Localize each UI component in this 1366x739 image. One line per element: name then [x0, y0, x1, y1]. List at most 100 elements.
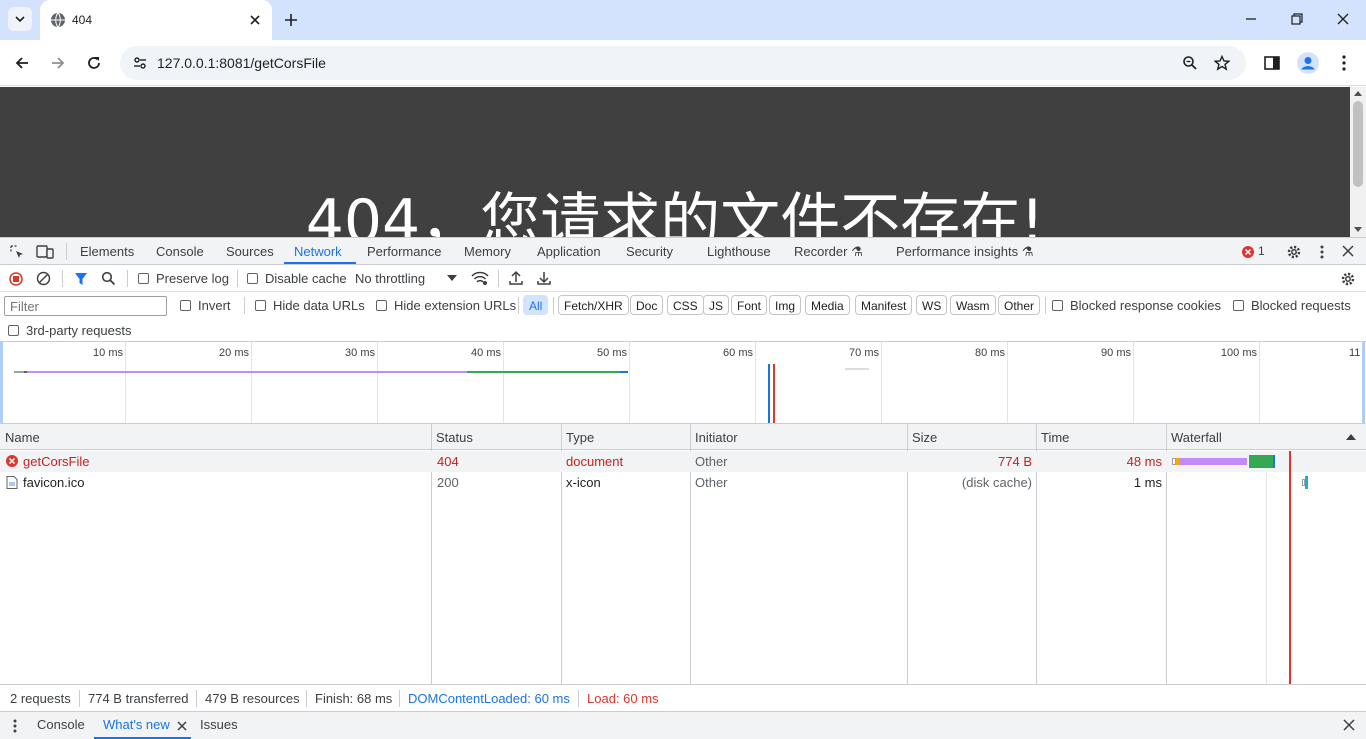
column-header-waterfall[interactable]: Waterfall	[1166, 424, 1366, 450]
hide-data-urls-checkbox[interactable]	[255, 300, 266, 311]
tab-lighthouse[interactable]: Lighthouse	[707, 244, 771, 259]
inspect-element-icon[interactable]	[9, 244, 25, 260]
overview-right-handle[interactable]	[1362, 342, 1365, 423]
window-close-icon[interactable]	[1336, 12, 1350, 26]
error-count[interactable]: 1	[1258, 244, 1265, 258]
tab-performance-insights-label: Performance insights	[896, 244, 1019, 259]
type-chip-wasm[interactable]: Wasm	[950, 295, 996, 315]
avatar[interactable]	[1297, 52, 1319, 74]
tick-label: 90 ms	[1101, 347, 1131, 359]
drawer-close-icon[interactable]	[1343, 719, 1355, 731]
forward-icon[interactable]	[49, 54, 67, 72]
tab-network[interactable]: Network	[294, 244, 342, 259]
throttling-select[interactable]: No throttling	[355, 271, 425, 286]
record-stop-icon[interactable]	[9, 272, 23, 286]
overview-left-handle[interactable]	[0, 342, 3, 423]
column-header-initiator[interactable]: Initiator	[690, 424, 907, 450]
drawer-tab-console[interactable]: Console	[37, 717, 85, 732]
disable-cache-checkbox[interactable]	[247, 273, 258, 284]
tab-performance-insights[interactable]: Performance insights ⚗	[896, 244, 1033, 260]
type-chip-media[interactable]: Media	[805, 295, 850, 315]
new-tab-icon[interactable]	[282, 11, 300, 29]
column-header-status[interactable]: Status	[431, 424, 561, 450]
zoom-icon[interactable]	[1182, 55, 1198, 71]
profile-icon	[1301, 57, 1315, 70]
table-row[interactable]: getCorsFile 404 document Other 774 B 48 …	[0, 451, 1366, 472]
summary-transferred: 774 B transferred	[88, 691, 189, 706]
filter-input[interactable]	[4, 296, 167, 316]
scroll-up-icon[interactable]	[1354, 90, 1362, 96]
column-header-type[interactable]: Type	[561, 424, 690, 450]
drawer-tab-issues[interactable]: Issues	[200, 717, 238, 732]
browser-tab[interactable]: 404	[40, 0, 272, 40]
tab-console[interactable]: Console	[156, 244, 204, 259]
type-chip-css[interactable]: CSS	[667, 295, 704, 315]
type-chip-font[interactable]: Font	[731, 295, 768, 315]
type-chip-js[interactable]: JS	[703, 295, 730, 315]
tab-security[interactable]: Security	[626, 244, 673, 259]
drawer-menu-icon[interactable]	[10, 718, 20, 734]
type-chip-fetch-xhr[interactable]: Fetch/XHR	[558, 295, 629, 315]
scroll-down-icon[interactable]	[1354, 227, 1362, 233]
scrollbar-thumb[interactable]	[1353, 101, 1363, 187]
menu-kebab-icon[interactable]	[1336, 54, 1352, 72]
tab-performance[interactable]: Performance	[367, 244, 441, 259]
preserve-log-checkbox[interactable]	[138, 273, 149, 284]
close-tab-icon[interactable]	[177, 721, 187, 731]
tab-recorder[interactable]: Recorder ⚗	[794, 244, 863, 260]
network-settings-icon[interactable]	[1340, 271, 1356, 287]
grid-line	[881, 342, 882, 423]
close-icon[interactable]	[248, 13, 262, 27]
type-chip-all[interactable]: All	[523, 295, 549, 315]
column-header-time[interactable]: Time	[1036, 424, 1166, 450]
tab-application[interactable]: Application	[537, 244, 601, 259]
request-name[interactable]: favicon.ico	[23, 475, 84, 490]
devtools-menu-icon[interactable]	[1316, 244, 1328, 260]
dropdown-arrow-icon[interactable]	[447, 275, 457, 282]
settings-gear-icon[interactable]	[1286, 244, 1302, 260]
blocked-requests-checkbox[interactable]	[1233, 300, 1244, 311]
clear-icon[interactable]	[36, 271, 51, 286]
page-scrollbar[interactable]	[1350, 87, 1366, 237]
export-har-icon[interactable]	[537, 270, 551, 286]
devtools-close-icon[interactable]	[1342, 245, 1354, 257]
side-panel-icon[interactable]	[1263, 54, 1281, 72]
tab-memory[interactable]: Memory	[464, 244, 511, 259]
search-icon[interactable]	[101, 271, 116, 286]
minimize-icon[interactable]	[1244, 12, 1258, 26]
network-conditions-icon[interactable]	[471, 271, 489, 286]
summary-load: Load: 60 ms	[587, 691, 659, 706]
import-har-icon[interactable]	[509, 270, 523, 286]
network-overview[interactable]: 10 ms 20 ms 30 ms 40 ms 50 ms 60 ms 70 m…	[0, 342, 1366, 424]
restore-icon[interactable]	[1290, 12, 1304, 26]
type-chip-doc[interactable]: Doc	[630, 295, 664, 315]
tab-elements[interactable]: Elements	[80, 244, 134, 259]
invert-checkbox[interactable]	[180, 300, 191, 311]
address-bar[interactable]: 127.0.0.1:8081/getCorsFile	[120, 46, 1246, 80]
column-header-name[interactable]: Name	[0, 424, 431, 450]
blocked-response-cookies-checkbox[interactable]	[1052, 300, 1063, 311]
bookmark-star-icon[interactable]	[1214, 55, 1230, 71]
filter-funnel-icon[interactable]	[74, 272, 88, 286]
request-name[interactable]: getCorsFile	[23, 454, 89, 469]
error-icon[interactable]	[1242, 246, 1254, 258]
type-chip-ws[interactable]: WS	[916, 295, 948, 315]
sort-ascending-icon[interactable]	[1346, 433, 1356, 441]
type-chip-manifest[interactable]: Manifest	[855, 295, 913, 315]
type-chip-other[interactable]: Other	[998, 295, 1041, 315]
drawer-tab-whats-new[interactable]: What's new	[103, 717, 170, 732]
tab-search-button[interactable]	[8, 7, 32, 31]
tab-sources[interactable]: Sources	[226, 244, 274, 259]
site-info-icon[interactable]	[132, 55, 148, 71]
type-chip-img[interactable]: Img	[769, 295, 802, 315]
table-row[interactable]: favicon.ico 200 x-icon Other (disk cache…	[0, 472, 1366, 493]
back-icon[interactable]	[13, 54, 31, 72]
column-header-size[interactable]: Size	[907, 424, 1036, 450]
tab-strip: 404	[0, 0, 1366, 40]
domcontentloaded-marker	[768, 364, 770, 423]
hide-extension-urls-checkbox[interactable]	[376, 300, 387, 311]
third-party-checkbox[interactable]	[8, 325, 19, 336]
flask-icon: ⚗	[1021, 244, 1034, 259]
device-toolbar-icon[interactable]	[36, 244, 54, 260]
reload-icon[interactable]	[85, 54, 103, 72]
